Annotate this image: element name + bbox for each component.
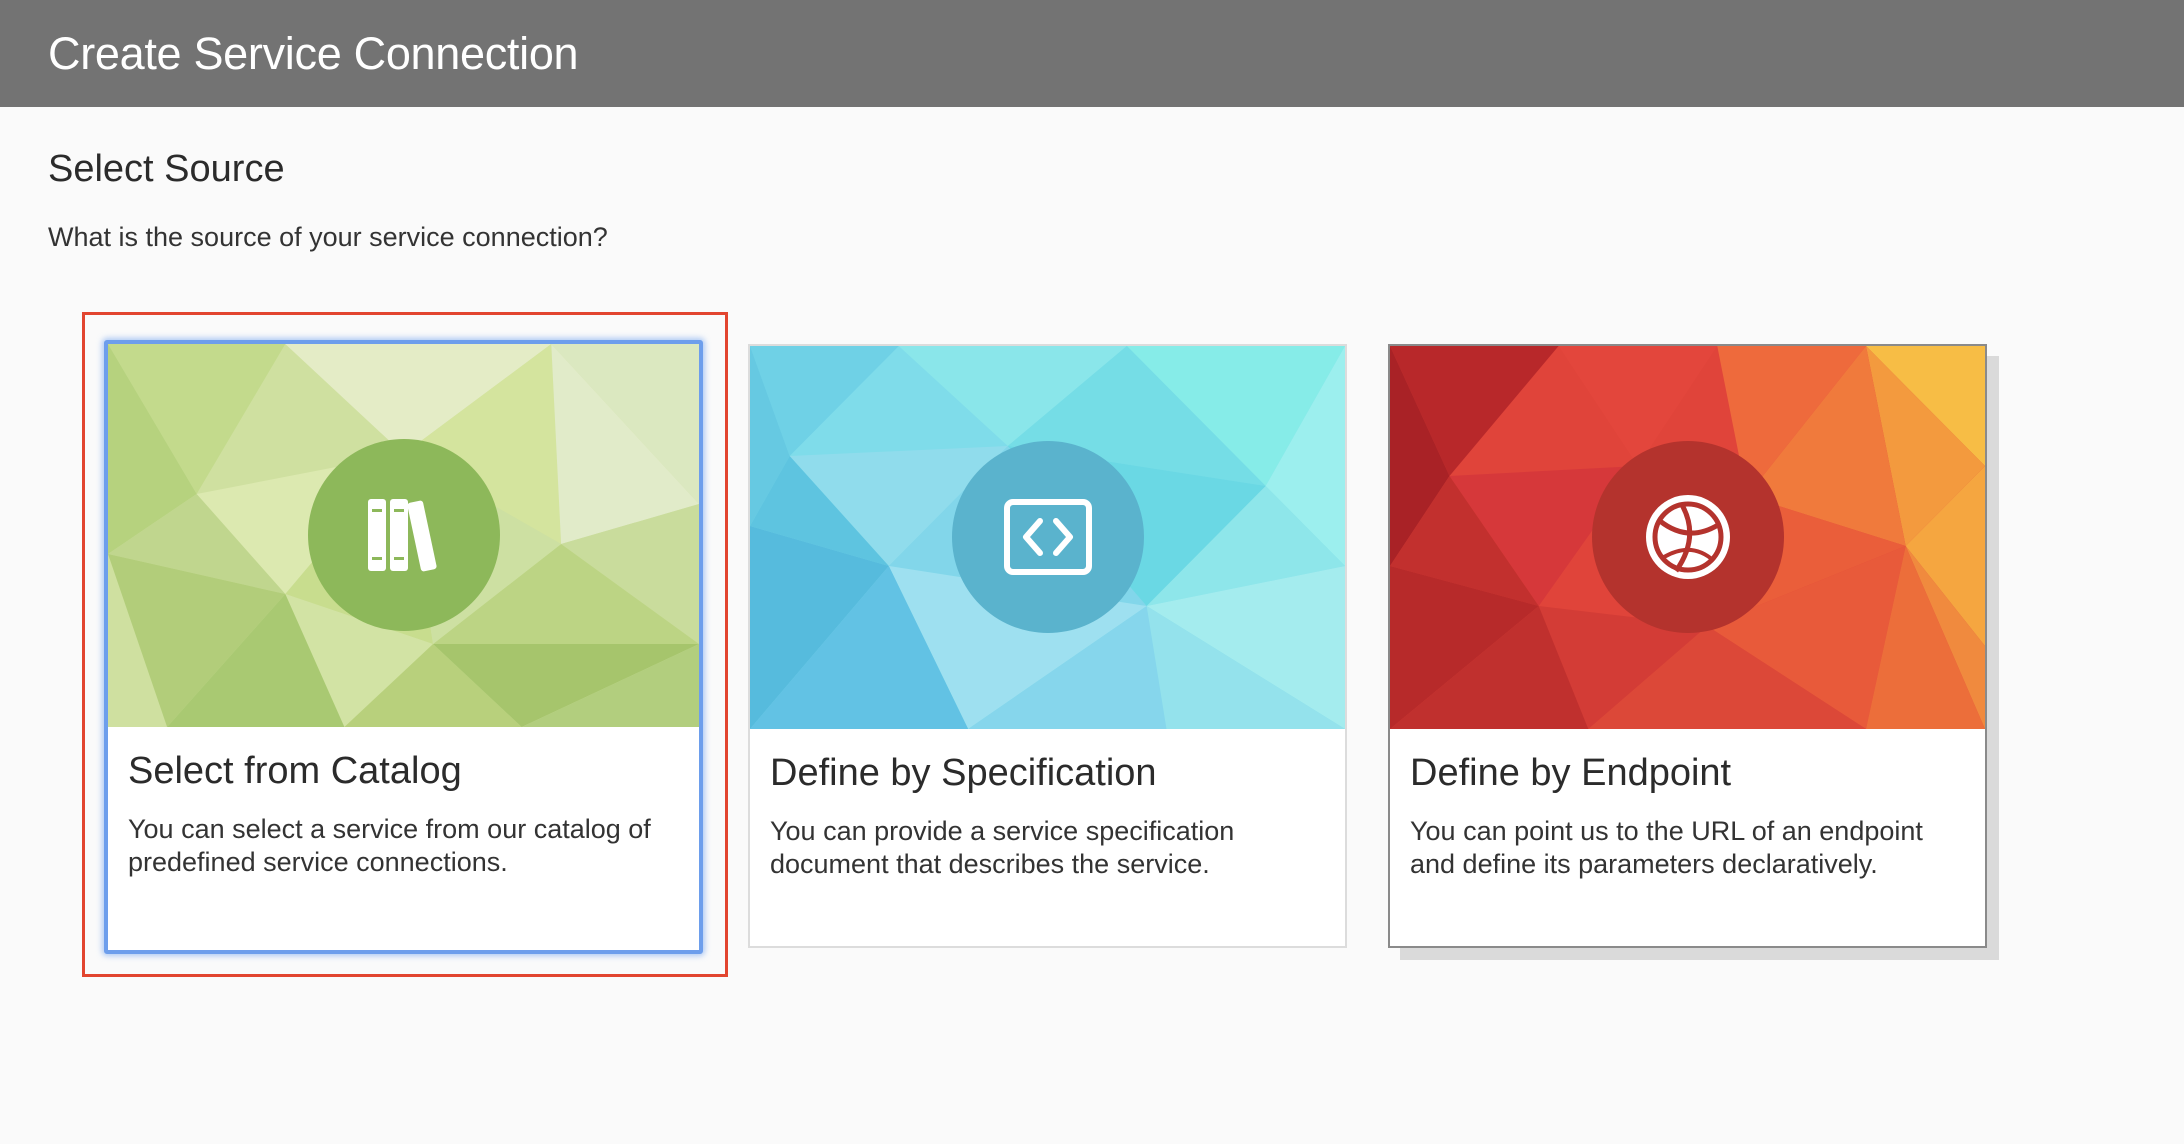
card-title: Define by Endpoint — [1410, 752, 1732, 794]
catalog-icon-circle — [307, 439, 500, 631]
card-title: Define by Specification — [770, 752, 1157, 794]
card-banner-specification — [750, 346, 1345, 729]
section-subtitle: What is the source of your service conne… — [48, 222, 608, 252]
card-description: You can provide a service specification … — [770, 816, 1235, 879]
title-bar: Create Service Connection — [0, 0, 2184, 107]
books-icon — [367, 499, 437, 572]
card-description: You can point us to the URL of an endpoi… — [1410, 816, 1923, 879]
card-title: Select from Catalog — [128, 750, 462, 792]
card-define-by-specification[interactable]: Define by Specification You can provide … — [748, 344, 1347, 948]
card-description: You can select a service from our catalo… — [128, 814, 651, 877]
card-banner-catalog — [108, 344, 699, 727]
card-define-by-endpoint[interactable]: Define by Endpoint You can point us to t… — [1388, 344, 1987, 948]
window-title: Create Service Connection — [48, 27, 579, 79]
globe-endpoint-icon — [1645, 495, 1730, 579]
endpoint-icon-circle — [1591, 441, 1784, 633]
section-title: Select Source — [48, 148, 285, 190]
card-select-from-catalog[interactable]: Select from Catalog You can select a ser… — [104, 340, 703, 954]
specification-icon-circle — [951, 441, 1144, 633]
code-brackets-icon — [1003, 499, 1092, 575]
card-banner-endpoint — [1390, 346, 1985, 729]
